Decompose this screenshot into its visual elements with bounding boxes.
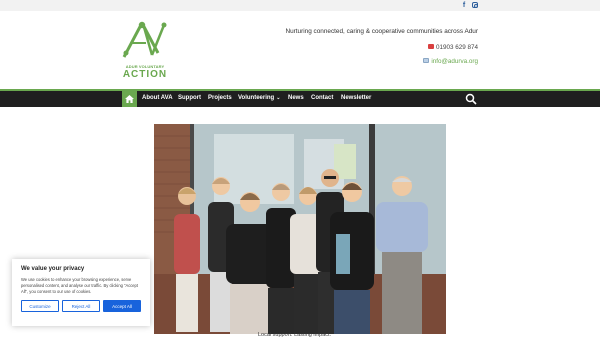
phone-contact[interactable]: 01903 629 874 — [427, 44, 478, 51]
home-button[interactable] — [122, 91, 137, 107]
nav-item-projects[interactable]: Projects — [208, 95, 232, 101]
main-nav: About AVA Support Projects Volunteering ⌄… — [0, 89, 600, 107]
email-address[interactable]: info@adurva.org — [431, 58, 478, 65]
nav-item-news[interactable]: News — [288, 95, 304, 101]
hero-caption: Local support. Lasting impact. — [258, 332, 332, 338]
nav-item-volunteering[interactable]: Volunteering ⌄ — [238, 95, 280, 101]
nav-item-about[interactable]: About AVA — [142, 95, 173, 101]
phone-icon — [427, 44, 434, 49]
group-photo-illustration — [154, 124, 446, 334]
logo-text-bottom: ACTION — [122, 69, 168, 80]
site-header: ADUR VOLUNTARY ACTION Nurturing connecte… — [0, 11, 600, 89]
nav-item-newsletter[interactable]: Newsletter — [341, 95, 371, 101]
mail-icon — [423, 58, 430, 63]
instagram-icon[interactable] — [471, 1, 479, 10]
cookie-title: We value your privacy — [21, 266, 85, 272]
nav-item-support[interactable]: Support — [178, 95, 201, 101]
hero-photo — [154, 124, 446, 334]
email-contact[interactable]: info@adurva.org — [423, 58, 478, 65]
cookie-buttons: Customize Reject All Accept All — [21, 300, 141, 312]
facebook-icon[interactable]: f — [460, 1, 468, 10]
accept-all-button[interactable]: Accept All — [103, 300, 141, 312]
nav-item-volunteering-label: Volunteering — [238, 95, 275, 101]
cookie-consent-banner: We value your privacy We use cookies to … — [12, 259, 150, 326]
chevron-down-icon: ⌄ — [276, 95, 281, 101]
nav-item-contact[interactable]: Contact — [311, 95, 333, 101]
site-logo[interactable]: ADUR VOLUNTARY ACTION — [120, 19, 170, 81]
cookie-body: We use cookies to enhance your browsing … — [21, 277, 138, 294]
top-bar: f — [0, 0, 600, 11]
site-tagline: Nurturing connected, caring & cooperativ… — [285, 28, 478, 35]
customize-button[interactable]: Customize — [21, 300, 59, 312]
reject-all-button[interactable]: Reject All — [62, 300, 100, 312]
phone-number[interactable]: 01903 629 874 — [436, 44, 478, 51]
home-icon — [125, 95, 134, 103]
search-icon[interactable] — [465, 93, 477, 105]
logo-mark — [122, 21, 167, 58]
